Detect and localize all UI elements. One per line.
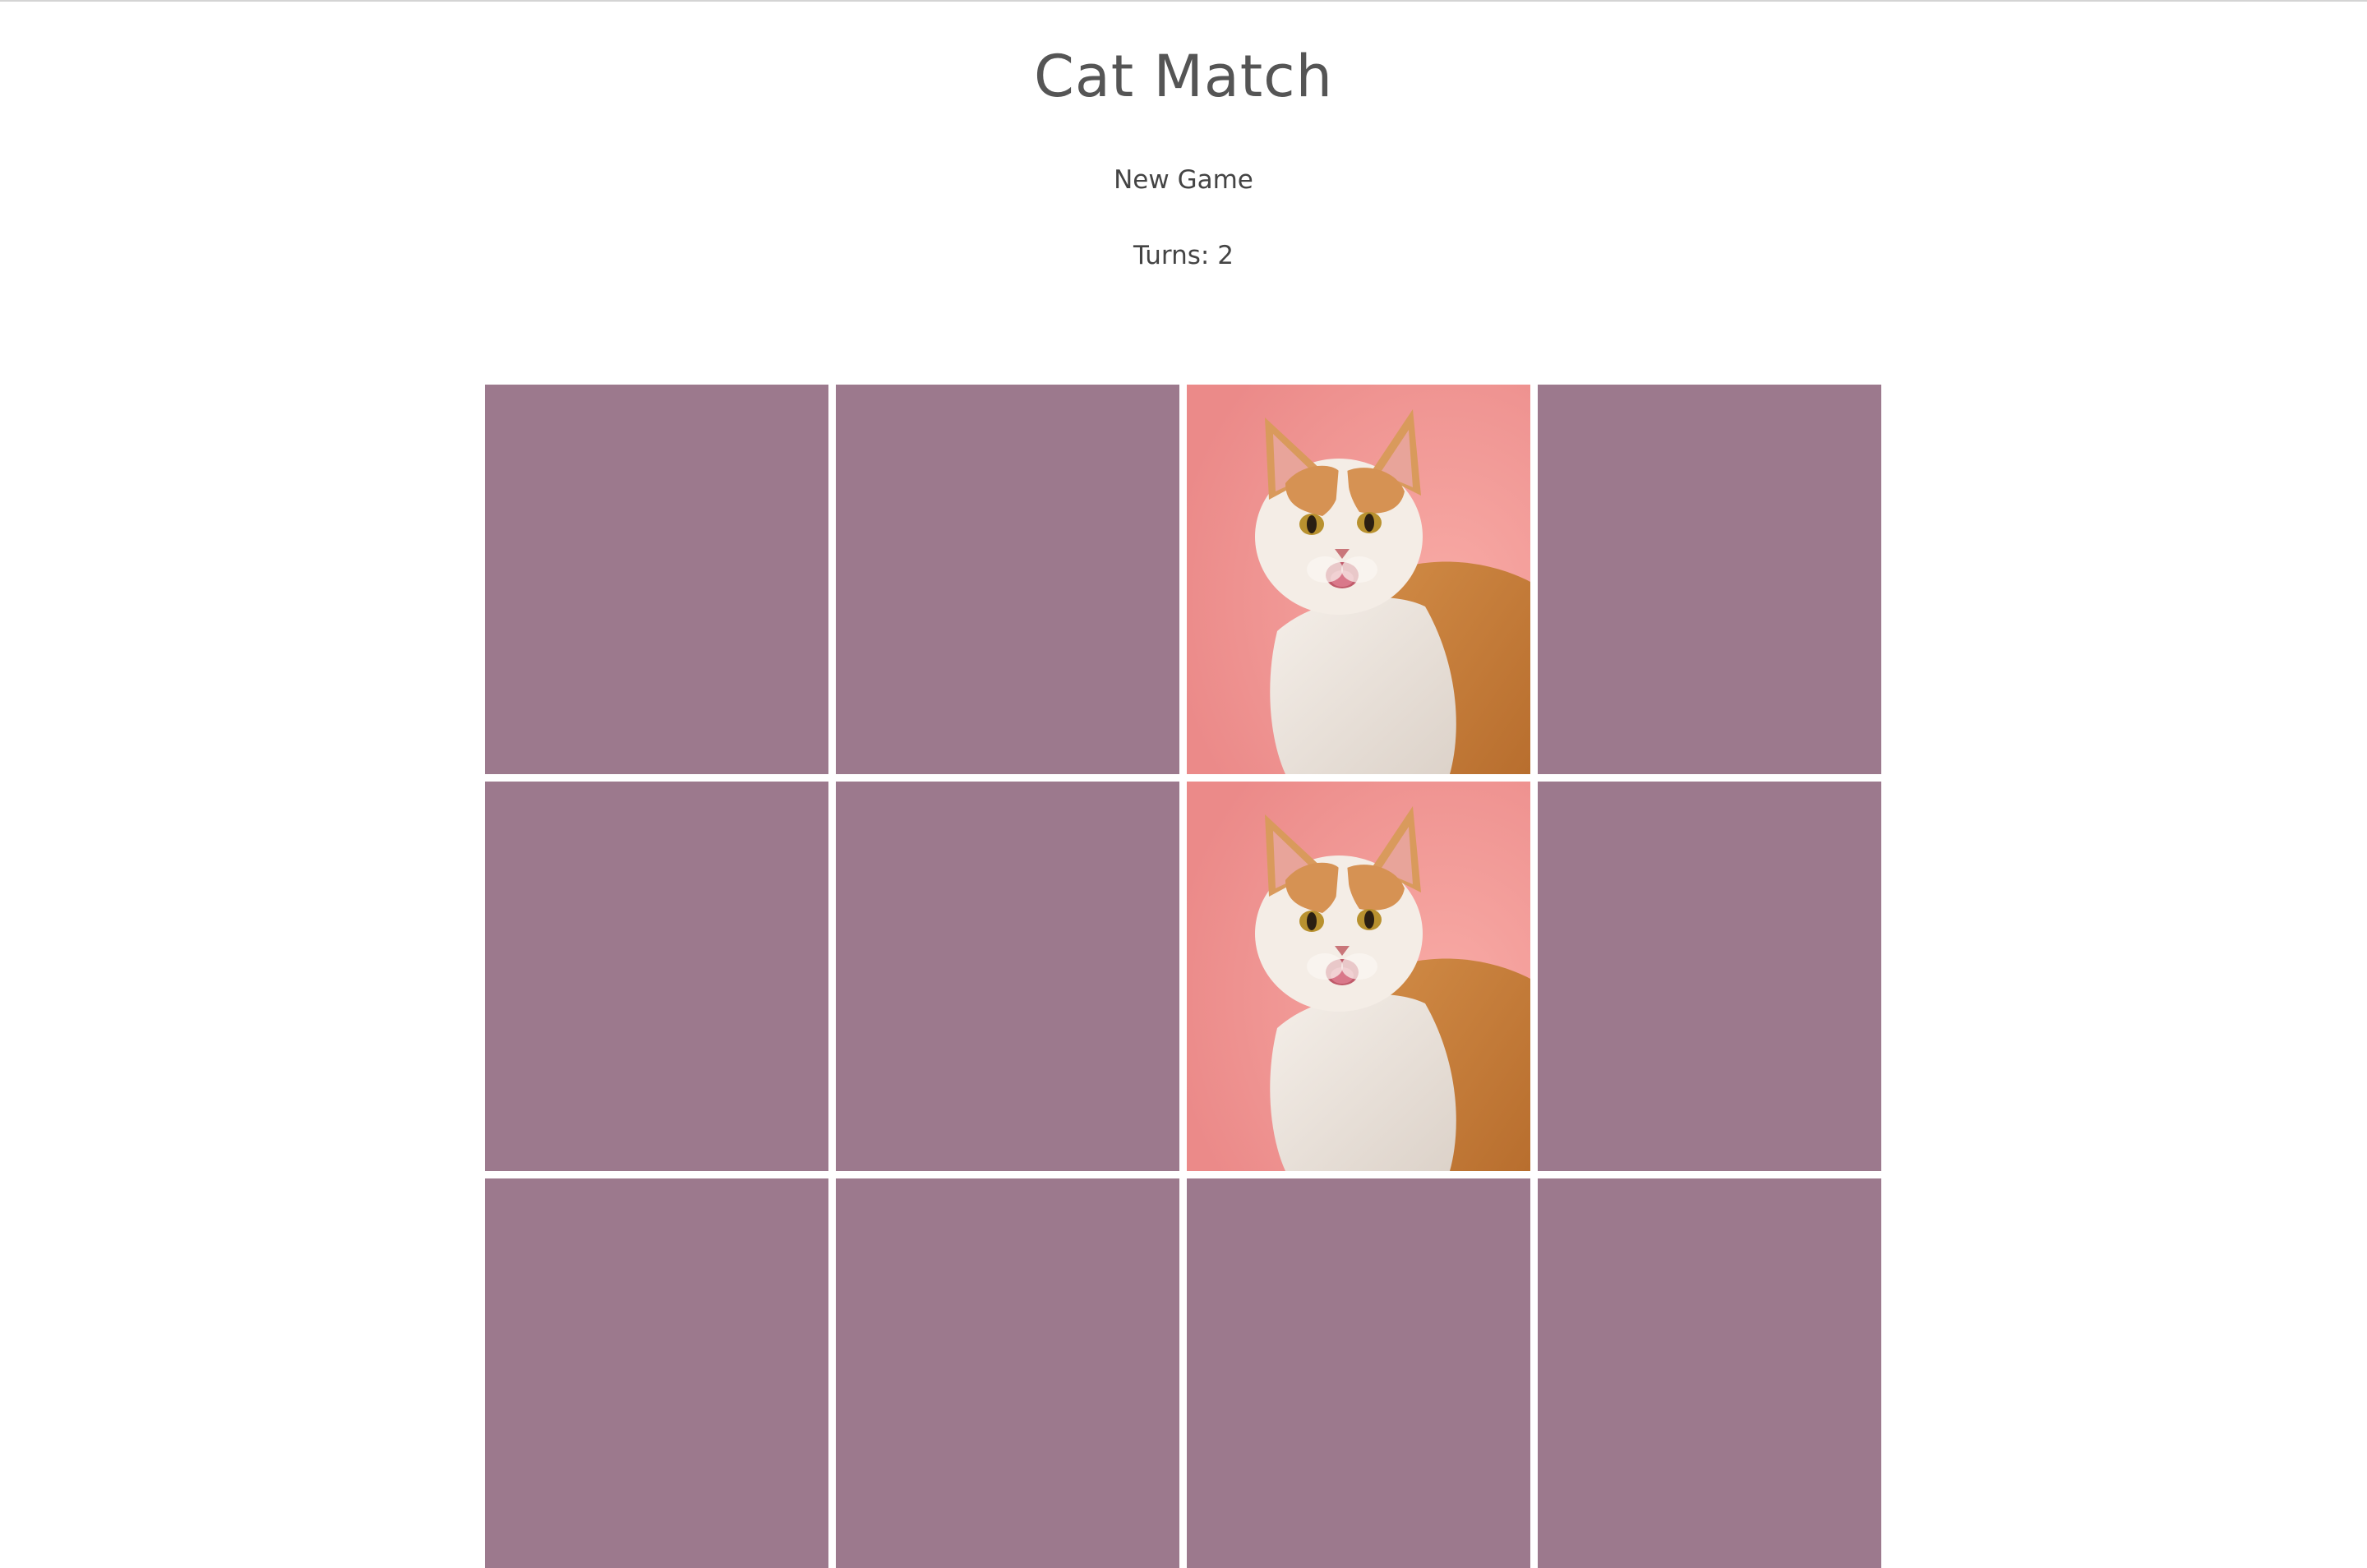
- card-face-up[interactable]: [1187, 782, 1530, 1171]
- card-face-down[interactable]: [1187, 1178, 1530, 1568]
- page-title: Cat Match: [1033, 43, 1334, 110]
- card-face-down[interactable]: [1538, 782, 1881, 1171]
- card-face-down[interactable]: [1538, 385, 1881, 774]
- card-face-down[interactable]: [485, 1178, 828, 1568]
- card-face-up[interactable]: [1187, 385, 1530, 774]
- card-face-down[interactable]: [836, 385, 1179, 774]
- card-face-down[interactable]: [485, 385, 828, 774]
- card-grid: [485, 385, 1882, 1568]
- card-face-down[interactable]: [1538, 1178, 1881, 1568]
- card-face-down[interactable]: [836, 782, 1179, 1171]
- card-face-down[interactable]: [485, 782, 828, 1171]
- new-game-button[interactable]: New Game: [1077, 159, 1290, 201]
- turns-counter: Turns: 2: [1133, 241, 1234, 270]
- game-container: Cat Match New Game Turns: 2: [0, 0, 2367, 1568]
- card-face-down[interactable]: [836, 1178, 1179, 1568]
